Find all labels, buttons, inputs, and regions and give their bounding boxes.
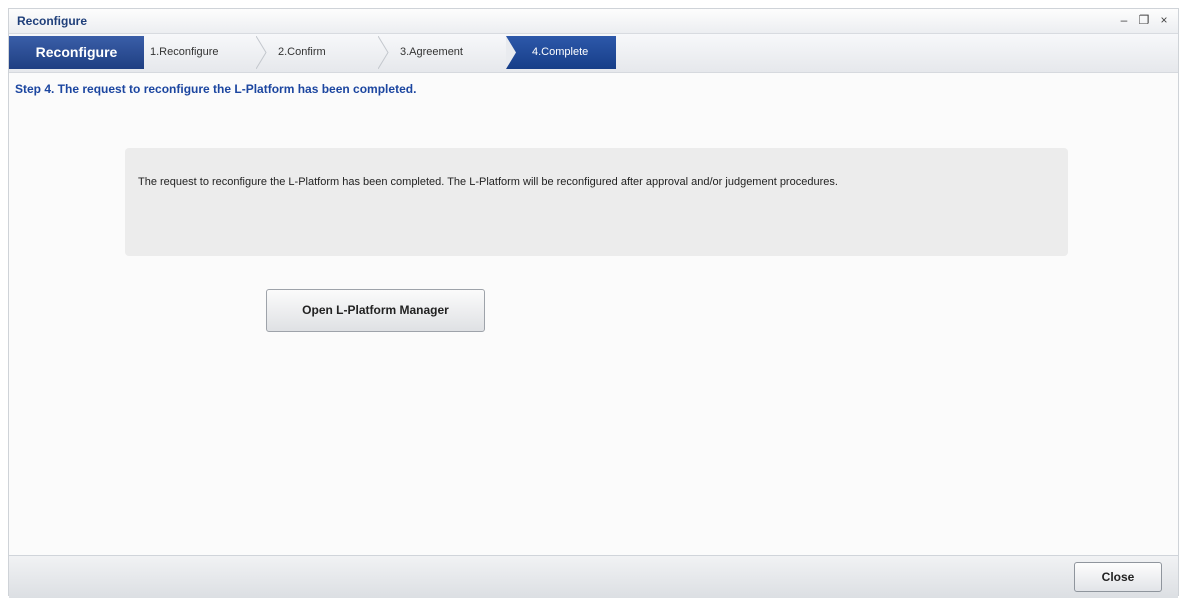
step-complete: 4.Complete: [506, 36, 616, 69]
step-reconfigure: 1.Reconfigure: [144, 36, 267, 69]
step-label: 4.Complete: [532, 46, 589, 58]
wizard-steps: 1.Reconfigure 2.Confirm 3.Agreement 4.Co…: [144, 36, 616, 69]
close-button[interactable]: Close: [1074, 562, 1162, 592]
step-label: 2.Confirm: [278, 46, 326, 58]
completion-message: The request to reconfigure the L-Platfor…: [138, 176, 838, 188]
footer-bar: Close: [9, 555, 1178, 598]
wizard-title: Reconfigure: [9, 36, 144, 69]
step-agreement: 3.Agreement: [386, 36, 506, 69]
step-label: 3.Agreement: [400, 46, 463, 58]
minimize-icon[interactable]: –: [1116, 12, 1132, 28]
restore-icon[interactable]: ❐: [1136, 12, 1152, 28]
step-label: 1.Reconfigure: [150, 46, 219, 58]
completion-message-box: The request to reconfigure the L-Platfor…: [125, 148, 1068, 256]
close-icon[interactable]: ×: [1156, 12, 1172, 28]
reconfigure-window: Reconfigure – ❐ × Reconfigure 1.Reconfig…: [8, 8, 1179, 598]
window-controls: – ❐ ×: [1116, 12, 1172, 28]
open-l-platform-manager-button[interactable]: Open L-Platform Manager: [266, 289, 485, 332]
chevron-notch-icon: [506, 36, 516, 69]
step-confirm: 2.Confirm: [264, 36, 389, 69]
window-title: Reconfigure: [17, 14, 88, 28]
title-bar: Reconfigure – ❐ ×: [9, 9, 1178, 34]
wizard-step-bar: Reconfigure 1.Reconfigure 2.Confirm 3.Ag…: [9, 34, 1178, 73]
step-heading: Step 4. The request to reconfigure the L…: [15, 82, 417, 96]
